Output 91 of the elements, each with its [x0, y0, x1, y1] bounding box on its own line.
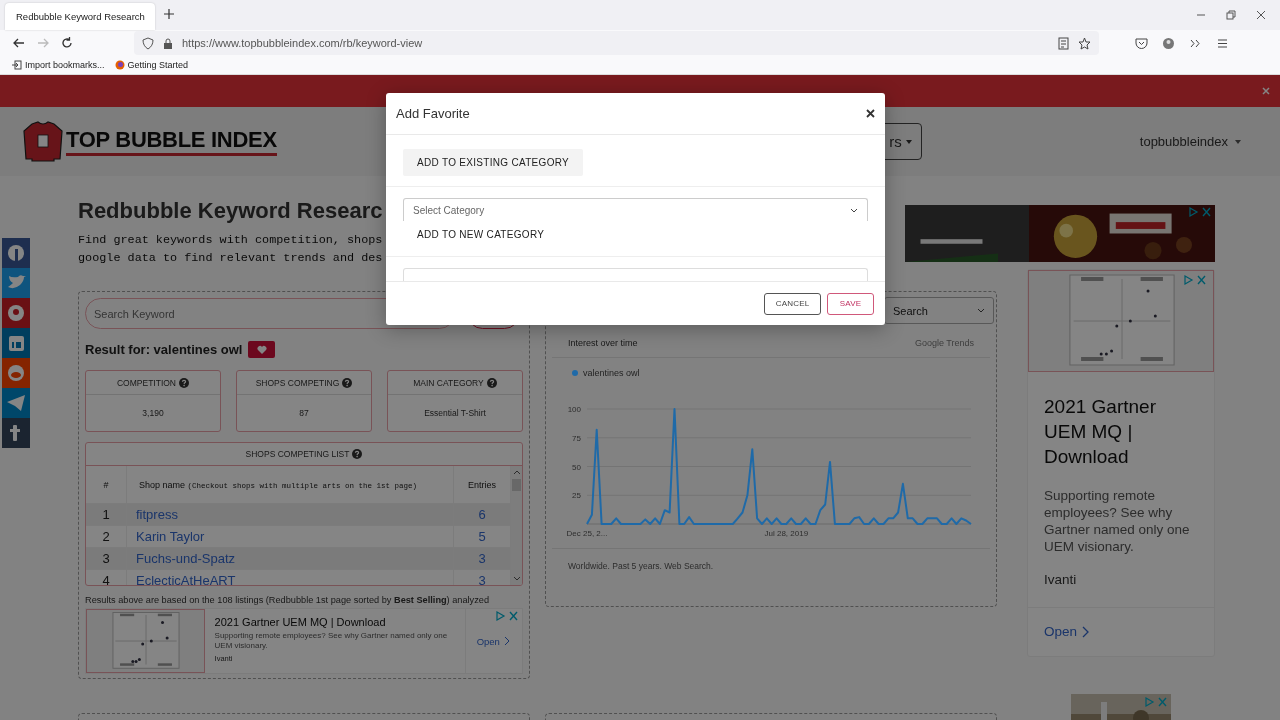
- globe-icon: [114, 60, 125, 70]
- stat-label: COMPETITION: [117, 377, 176, 388]
- telegram-icon[interactable]: [2, 388, 30, 418]
- shop-link[interactable]: Fuchs-und-Spatz: [126, 547, 454, 570]
- axis-tick-label: Jul 28, 2019: [764, 529, 809, 538]
- ad-title: 2021 Gartner UEM MQ | Download: [1044, 395, 1157, 469]
- ad-description: Supporting remote employees? See why Gartner named only one UEM visionary.: [1044, 487, 1191, 555]
- dialog-title: Add Favorite: [396, 106, 470, 121]
- stat-value: 87: [298, 407, 310, 420]
- star-icon[interactable]: [1078, 36, 1091, 50]
- lock-icon: [162, 36, 174, 50]
- chart-footer: Worldwide. Past 5 years. Web Search.: [552, 548, 990, 583]
- ad-choices-icon[interactable]: [1183, 275, 1207, 285]
- description-line: Find great keywords with competition, shops: [78, 232, 384, 249]
- legend-label: valentines owl: [583, 368, 640, 378]
- description-line: google data to find relevant trends and des: [78, 250, 384, 267]
- favorite-button[interactable]: [248, 341, 276, 358]
- close-icon[interactable]: [1256, 10, 1266, 20]
- help-icon: [352, 449, 363, 459]
- rank-cell: 3: [86, 547, 127, 570]
- axis-tick-label: 25: [572, 491, 581, 501]
- axis-tick-label: Dec 25, 2...: [566, 529, 608, 538]
- entries-link[interactable]: 3: [453, 569, 511, 585]
- help-icon: [342, 377, 353, 388]
- search-type-dropdown[interactable]: Search: [884, 297, 994, 324]
- new-tab-icon[interactable]: [163, 8, 175, 20]
- close-button[interactable]: [866, 109, 875, 118]
- shop-link[interactable]: EclecticAtHeART: [126, 569, 454, 585]
- category-name-field[interactable]: [403, 268, 868, 281]
- address-bar[interactable]: https://www.topbubbleindex.com/rb/keyword-view: [134, 31, 1099, 55]
- account-icon[interactable]: [1162, 36, 1175, 50]
- category-select[interactable]: Select Category: [403, 198, 868, 221]
- stat-value: 3,190: [141, 407, 165, 420]
- twitter-icon[interactable]: [2, 268, 30, 298]
- caret-icon: [904, 137, 913, 146]
- user-menu[interactable]: topbubbleindex: [1133, 133, 1248, 150]
- scroll-up-icon[interactable]: [512, 469, 521, 475]
- existing-category-button[interactable]: ADD TO EXISTING CATEGORY: [403, 149, 584, 176]
- result-label: Result for: valentines owl: [85, 342, 243, 357]
- shield-icon[interactable]: [142, 36, 154, 50]
- restore-icon[interactable]: [1226, 10, 1236, 20]
- ad-choices-icon[interactable]: [1188, 207, 1212, 217]
- ad-description: Supporting remote employees? See why Gartner named only one UEM visionary.: [214, 631, 449, 651]
- column-header: Shop name: [139, 479, 186, 490]
- reload-icon[interactable]: [60, 36, 74, 50]
- help-icon: [179, 377, 189, 388]
- forward-icon[interactable]: [36, 36, 50, 50]
- page-title: Redbubble Keyword Researc: [78, 197, 384, 225]
- chart-title: Interest over time: [568, 337, 638, 348]
- list-title: SHOPS COMPETING LIST: [245, 449, 350, 459]
- cancel-button[interactable]: CANCEL: [764, 292, 821, 315]
- ad-advertiser: Ivanti: [1044, 572, 1078, 587]
- caret-icon: [1234, 137, 1242, 146]
- close-icon: [866, 109, 875, 118]
- chevron-icon: [977, 307, 985, 314]
- entries-link[interactable]: 6: [453, 503, 511, 526]
- axis-tick-label: 75: [572, 433, 581, 443]
- logo-text: TOP BUBBLE INDEX: [66, 127, 277, 156]
- scroll-down-icon[interactable]: [512, 576, 521, 582]
- new-category-label: ADD TO NEW CATEGORY: [416, 228, 546, 242]
- ad-choices-icon[interactable]: [495, 611, 519, 621]
- results-note: Results above are based on the 108 listings (Redbubble 1st page sorted by Best Selling) analyzed: [85, 595, 490, 605]
- chevron-icon: [1081, 625, 1091, 638]
- shop-link[interactable]: fitpress: [126, 503, 454, 526]
- axis-tick-label: 50: [572, 462, 581, 472]
- open-link[interactable]: Open: [1044, 624, 1091, 639]
- rank-cell: 1: [86, 503, 127, 526]
- trends-logo: Google Trends: [914, 337, 974, 348]
- chevron-icon: [502, 636, 511, 646]
- stat-value: Essential T-Shirt: [423, 407, 487, 420]
- axis-tick-label: 100: [567, 405, 581, 414]
- stat-label: MAIN CATEGORY: [413, 377, 484, 388]
- scrollbar[interactable]: [511, 466, 522, 585]
- menu-icon[interactable]: [1216, 36, 1229, 50]
- browser-tab[interactable]: Redbubble Keyword Research: [5, 3, 155, 30]
- back-icon[interactable]: [12, 36, 26, 50]
- import-icon: [12, 60, 22, 70]
- stat-label: SHOPS COMPETING: [255, 377, 340, 388]
- help-icon: [486, 377, 497, 388]
- ad-title: 2021 Gartner UEM MQ | Download: [214, 616, 387, 628]
- chevron-icon: [850, 206, 858, 214]
- heart-icon: [257, 344, 267, 355]
- shirt-icon: [22, 120, 64, 163]
- bookmark[interactable]: Getting Started: [114, 60, 189, 70]
- bookmark[interactable]: Import bookmarks...: [12, 60, 105, 70]
- reader-view-icon[interactable]: [1057, 36, 1070, 50]
- rank-cell: 4: [86, 569, 127, 585]
- save-button[interactable]: SAVE: [827, 292, 874, 315]
- entries-link[interactable]: 3: [453, 547, 511, 570]
- scroll-thumb[interactable]: [512, 479, 521, 491]
- pocket-icon[interactable]: [1135, 36, 1148, 50]
